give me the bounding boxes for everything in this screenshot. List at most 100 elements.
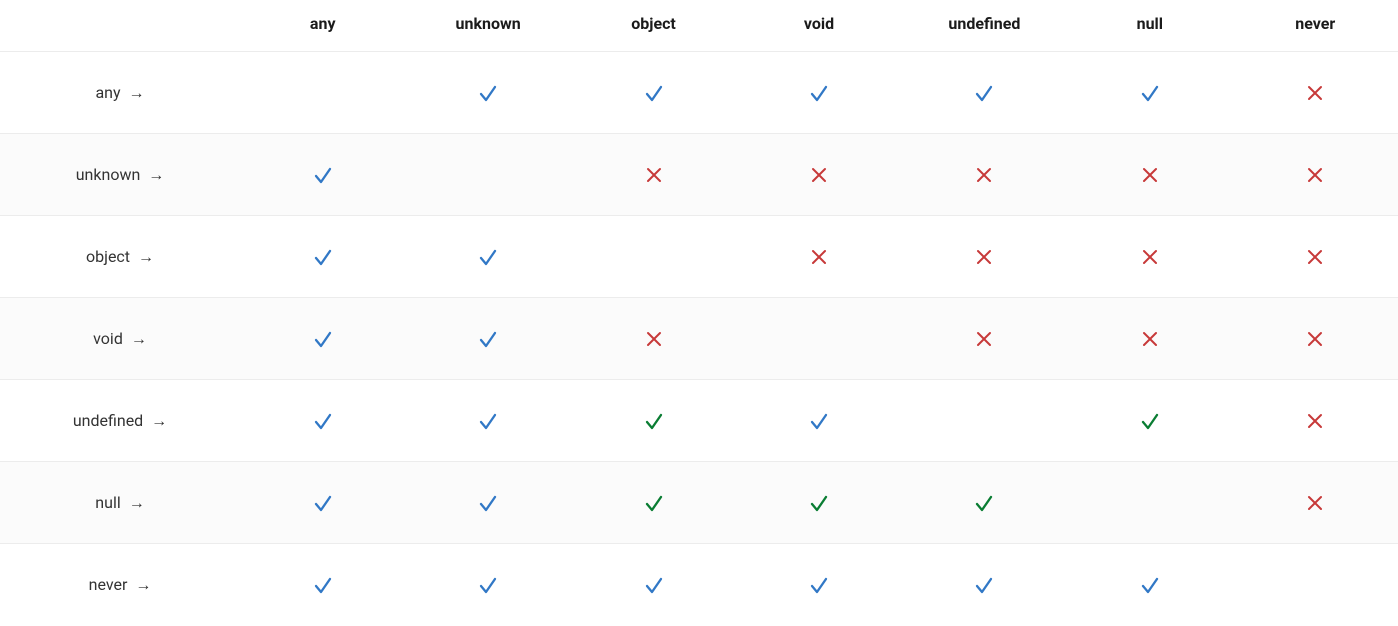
table-cell: [902, 52, 1067, 134]
table-cell: [1233, 52, 1398, 134]
table-cell: [405, 380, 570, 462]
table-cell: [1233, 380, 1398, 462]
cross-red-icon: [643, 328, 665, 350]
col-header: unknown: [405, 0, 570, 52]
check-blue-icon: [477, 492, 499, 514]
col-header: null: [1067, 0, 1232, 52]
row-header: void →: [0, 298, 240, 380]
table-row: never →: [0, 544, 1398, 626]
check-blue-icon: [312, 492, 334, 514]
table-cell: [571, 462, 736, 544]
row-header-label: object: [86, 247, 130, 266]
table-cell: [240, 462, 405, 544]
table-row: object →: [0, 216, 1398, 298]
table-cell: [405, 298, 570, 380]
table-cell: [405, 544, 570, 626]
table-row: void →: [0, 298, 1398, 380]
table-cell: [571, 298, 736, 380]
check-green-icon: [973, 492, 995, 514]
table-cell: [405, 216, 570, 298]
check-blue-icon: [808, 574, 830, 596]
check-green-icon: [643, 492, 665, 514]
col-header: undefined: [902, 0, 1067, 52]
check-blue-icon: [643, 574, 665, 596]
row-header-label: any: [95, 83, 120, 102]
cross-red-icon: [1139, 246, 1161, 268]
check-blue-icon: [1139, 82, 1161, 104]
cross-red-icon: [808, 164, 830, 186]
table-cell: [1233, 298, 1398, 380]
table-cell: [1067, 380, 1232, 462]
table-cell: [1067, 52, 1232, 134]
table-body: any →unknown →object →void →undefined →n…: [0, 52, 1398, 626]
table-cell: [405, 52, 570, 134]
table-cell: [240, 298, 405, 380]
row-header-label: undefined: [73, 411, 143, 430]
check-blue-icon: [808, 410, 830, 432]
col-header: void: [736, 0, 901, 52]
cross-red-icon: [1304, 410, 1326, 432]
table-cell: [1067, 134, 1232, 216]
table-cell: [736, 134, 901, 216]
table-cell: [240, 52, 405, 134]
table-cell: [1067, 462, 1232, 544]
check-blue-icon: [1139, 574, 1161, 596]
table-cell: [736, 544, 901, 626]
cross-red-icon: [973, 246, 995, 268]
cross-red-icon: [1139, 328, 1161, 350]
table-cell: [736, 462, 901, 544]
table-row: null →: [0, 462, 1398, 544]
table-row: any →: [0, 52, 1398, 134]
table-cell: [240, 544, 405, 626]
arrow-icon: →: [131, 329, 147, 348]
table-cell: [240, 216, 405, 298]
table-cell: [1233, 216, 1398, 298]
cross-red-icon: [1304, 82, 1326, 104]
cross-red-icon: [1304, 328, 1326, 350]
table-cell: [405, 462, 570, 544]
check-blue-icon: [477, 82, 499, 104]
check-blue-icon: [643, 82, 665, 104]
table-cell: [902, 134, 1067, 216]
check-blue-icon: [973, 82, 995, 104]
arrow-icon: →: [151, 411, 167, 430]
row-header: undefined →: [0, 380, 240, 462]
table-cell: [902, 298, 1067, 380]
table-cell: [1233, 462, 1398, 544]
arrow-icon: →: [148, 165, 164, 184]
check-blue-icon: [312, 328, 334, 350]
col-header: never: [1233, 0, 1398, 52]
row-header-label: null: [95, 493, 120, 512]
table-row: unknown →: [0, 134, 1398, 216]
table-cell: [405, 134, 570, 216]
check-blue-icon: [312, 574, 334, 596]
col-header: object: [571, 0, 736, 52]
table-cell: [902, 380, 1067, 462]
check-blue-icon: [312, 410, 334, 432]
row-header: object →: [0, 216, 240, 298]
check-green-icon: [808, 492, 830, 514]
table-cell: [736, 298, 901, 380]
arrow-icon: →: [129, 493, 145, 512]
check-blue-icon: [312, 164, 334, 186]
check-green-icon: [1139, 410, 1161, 432]
check-blue-icon: [808, 82, 830, 104]
table-cell: [902, 544, 1067, 626]
row-header: never →: [0, 544, 240, 626]
arrow-icon: →: [129, 83, 145, 102]
cross-red-icon: [643, 164, 665, 186]
table-cell: [736, 380, 901, 462]
cross-red-icon: [808, 246, 830, 268]
row-header-label: void: [93, 329, 123, 348]
arrow-icon: →: [138, 247, 154, 266]
table-cell: [240, 134, 405, 216]
check-blue-icon: [477, 574, 499, 596]
table-header-row: any unknown object void undefined null n…: [0, 0, 1398, 52]
table-cell: [571, 52, 736, 134]
table-cell: [571, 216, 736, 298]
table-cell: [736, 52, 901, 134]
check-blue-icon: [477, 328, 499, 350]
type-assignability-table: any unknown object void undefined null n…: [0, 0, 1398, 626]
table-cell: [1067, 544, 1232, 626]
table-row: undefined →: [0, 380, 1398, 462]
